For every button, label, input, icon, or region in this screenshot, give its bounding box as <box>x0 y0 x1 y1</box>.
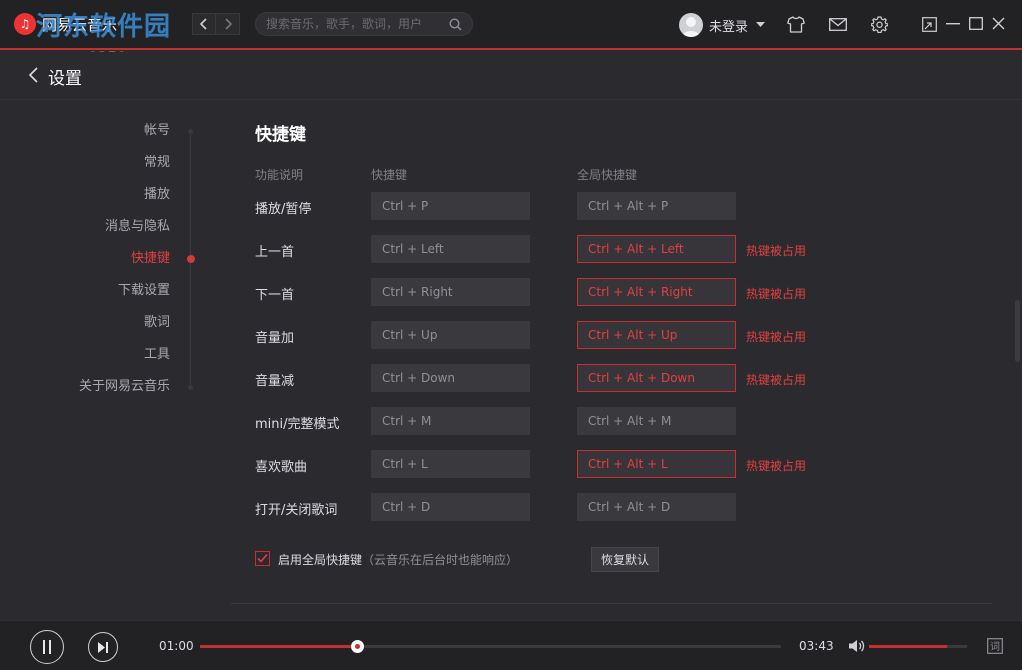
shortcut-label-volume-down: 音量减 <box>255 374 295 389</box>
minimize-icon[interactable] <box>946 23 960 25</box>
enable-global-text: 启用全局快捷键 <box>278 553 363 567</box>
next-track-button[interactable] <box>88 632 118 662</box>
settings-header: 设置 <box>0 52 1022 100</box>
shortcut-label-volume-up: 音量加 <box>255 331 295 346</box>
lyrics-toggle-icon[interactable]: 词 <box>987 638 1003 654</box>
checkmark-icon <box>257 553 268 563</box>
app-name: 网易云音乐 <box>42 15 118 34</box>
skip-next-icon <box>98 641 108 653</box>
user-login[interactable]: 未登录 <box>679 13 766 37</box>
progress-handle[interactable] <box>350 640 364 653</box>
shortcut-label-previous: 上一首 <box>255 245 295 260</box>
app-logo[interactable]: ♫ 网易云音乐 <box>14 13 117 35</box>
volume-fill <box>869 645 948 648</box>
conflict-warning: 热键被占用 <box>746 244 807 258</box>
avatar[interactable] <box>679 13 703 37</box>
sidebar-item-about[interactable]: 关于网易云音乐 <box>10 377 170 397</box>
search-box[interactable] <box>255 12 473 36</box>
page-title: 设置 <box>48 69 82 89</box>
shortcut-label-next: 下一首 <box>255 288 295 303</box>
sidebar-active-dot <box>187 255 195 263</box>
skin-shirt-icon[interactable] <box>787 16 805 33</box>
title-bar: ♫ 网易云音乐 河东软件园 www.pc0359.cn 未登录 <box>0 0 1022 66</box>
global-shortcut-input-previous[interactable] <box>577 235 736 263</box>
forward-button[interactable] <box>216 13 240 35</box>
sidebar-item-messages-privacy[interactable]: 消息与隐私 <box>10 217 170 237</box>
column-header-function: 功能说明 <box>255 168 304 182</box>
enable-global-shortcuts-checkbox[interactable] <box>255 551 270 566</box>
global-shortcut-input-toggle-lyrics[interactable] <box>577 493 736 521</box>
sidebar-item-tools[interactable]: 工具 <box>10 345 170 365</box>
column-header-shortcut: 快捷键 <box>371 168 408 182</box>
progress-fill <box>200 645 357 648</box>
back-button[interactable] <box>192 13 216 35</box>
shortcut-input-volume-up[interactable] <box>371 321 530 349</box>
netease-music-logo-icon: ♫ <box>14 13 36 35</box>
global-shortcut-input-volume-down[interactable] <box>577 364 736 392</box>
shortcut-input-play-pause[interactable] <box>371 192 530 220</box>
chevron-left-icon[interactable] <box>28 66 39 84</box>
shortcut-input-next[interactable] <box>371 278 530 306</box>
user-avatar-icon <box>682 17 700 37</box>
pause-icon <box>43 640 51 654</box>
sidebar-item-download[interactable]: 下载设置 <box>10 281 170 301</box>
total-time: 03:43 <box>799 639 834 653</box>
player-bar: 01:00 03:43 词 <box>0 620 1022 670</box>
caret-down-icon[interactable] <box>756 22 766 28</box>
gear-icon[interactable] <box>871 16 888 33</box>
global-shortcut-input-volume-up[interactable] <box>577 321 736 349</box>
conflict-warning: 热键被占用 <box>746 330 807 344</box>
sidebar-item-account[interactable]: 帐号 <box>10 121 170 141</box>
section-title: 快捷键 <box>255 125 306 145</box>
current-time: 01:00 <box>159 639 194 653</box>
settings-sidebar: 帐号 常规 播放 消息与隐私 快捷键 下载设置 歌词 工具 关于网易云音乐 <box>0 100 210 620</box>
maximize-icon[interactable] <box>969 17 983 30</box>
mail-icon[interactable] <box>829 18 847 31</box>
conflict-warning: 热键被占用 <box>746 459 807 473</box>
global-shortcut-input-play-pause[interactable] <box>577 192 736 220</box>
volume-slider[interactable] <box>869 645 967 648</box>
conflict-warning: 热键被占用 <box>746 373 807 387</box>
column-header-global: 全局快捷键 <box>577 168 638 182</box>
search-input[interactable] <box>266 16 446 32</box>
search-icon[interactable] <box>449 18 462 31</box>
shortcut-label-mini-mode: mini/完整模式 <box>255 417 340 432</box>
global-shortcut-input-like-song[interactable] <box>577 450 736 478</box>
shortcut-input-like-song[interactable] <box>371 450 530 478</box>
restore-defaults-button[interactable]: 恢复默认 <box>591 547 659 572</box>
shortcut-input-mini-mode[interactable] <box>371 407 530 435</box>
global-shortcut-input-next[interactable] <box>577 278 736 306</box>
sidebar-dot <box>188 385 193 390</box>
sidebar-item-lyrics[interactable]: 歌词 <box>10 313 170 333</box>
enable-global-hint: （云音乐在后台时也能响应） <box>362 553 519 567</box>
scrollbar-thumb[interactable] <box>1015 300 1020 362</box>
volume-icon[interactable] <box>848 639 865 653</box>
user-name[interactable]: 未登录 <box>709 16 748 35</box>
history-nav <box>192 13 240 35</box>
shortcut-label-play-pause: 播放/暂停 <box>255 202 312 217</box>
shortcut-input-toggle-lyrics[interactable] <box>371 493 530 521</box>
sidebar-item-shortcuts[interactable]: 快捷键 <box>10 249 170 269</box>
enable-global-shortcuts-label[interactable]: 启用全局快捷键（云音乐在后台时也能响应） <box>278 551 518 568</box>
section-divider <box>230 603 992 604</box>
pause-button[interactable] <box>30 630 64 664</box>
chevron-right-icon <box>224 18 232 30</box>
sidebar-item-general[interactable]: 常规 <box>10 153 170 173</box>
mini-mode-icon[interactable] <box>922 17 937 32</box>
close-icon[interactable] <box>992 17 1005 30</box>
shortcut-label-toggle-lyrics: 打开/关闭歌词 <box>255 503 338 518</box>
conflict-warning: 热键被占用 <box>746 287 807 301</box>
shortcut-input-volume-down[interactable] <box>371 364 530 392</box>
progress-bar[interactable] <box>200 640 781 653</box>
lyrics-toggle-label: 词 <box>990 641 1000 653</box>
chevron-left-icon <box>200 18 207 30</box>
sidebar-dot <box>188 129 193 134</box>
sidebar-item-playback[interactable]: 播放 <box>10 185 170 205</box>
shortcut-label-like-song: 喜欢歌曲 <box>255 460 308 475</box>
shortcut-input-previous[interactable] <box>371 235 530 263</box>
global-shortcut-input-mini-mode[interactable] <box>577 407 736 435</box>
